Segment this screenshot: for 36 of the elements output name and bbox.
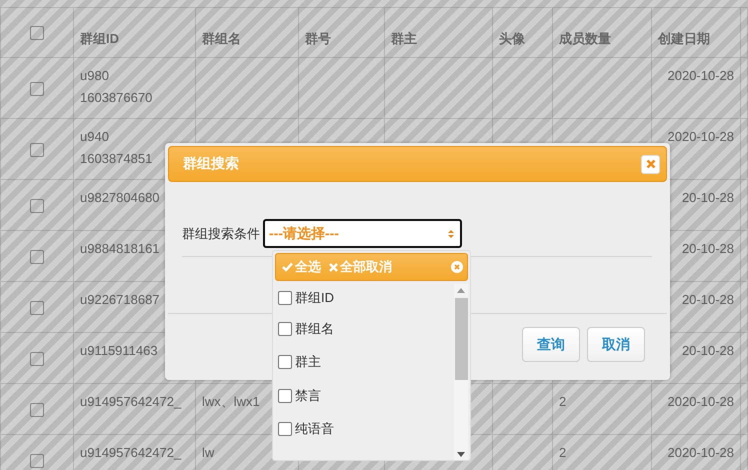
option-item[interactable]: 群组ID — [275, 284, 454, 312]
table-cell-text: u9226718687 — [80, 291, 161, 309]
option-item[interactable]: 禁言 — [275, 379, 454, 412]
option-item[interactable]: 纯语音 — [275, 412, 454, 446]
table-cell-text: u914957642472_ — [80, 393, 182, 411]
table-cell-text: u914957642472_ — [80, 444, 182, 462]
table-cell: 2020-10-28 — [668, 129, 734, 144]
table-cell: 2 — [559, 445, 566, 460]
table-cell: lw — [202, 445, 214, 460]
table-cell: 20-10-28 — [682, 343, 734, 358]
column-header: 群号 — [305, 31, 331, 46]
table-cell-text: u9884818161 — [80, 240, 161, 258]
dialog-title: 群组搜索 — [183, 155, 239, 173]
table-cell: 2 — [559, 394, 566, 409]
table-cell-text: 1603876670 — [80, 89, 154, 107]
column-header: 成员数量 — [559, 31, 611, 46]
table-cell: 2020-10-28 — [668, 394, 734, 409]
field-label: 群组搜索条件 — [182, 224, 260, 242]
table-cell: 2020-10-28 — [668, 445, 734, 460]
table-cell-text: 1603874851 — [80, 150, 154, 168]
table-cell: lwx、lwx1 — [202, 394, 260, 409]
table-cell: 20-10-28 — [682, 241, 734, 256]
table-cell: 2020-10-28 — [668, 68, 734, 83]
table-cell: 20-10-28 — [682, 190, 734, 205]
table-cell: 20-10-28 — [682, 292, 734, 307]
column-header: 群组ID — [80, 31, 119, 46]
column-header: 创建日期 — [658, 31, 710, 46]
column-header: 群主 — [391, 31, 417, 46]
option-item[interactable]: 群主 — [275, 346, 454, 379]
column-header: 头像 — [499, 31, 525, 46]
table-cell-text: u940 — [80, 128, 110, 146]
table-cell-text: u980 — [80, 67, 110, 85]
table-cell-text: u9827804680 — [80, 189, 161, 207]
table-cell-text: u9115911463 — [80, 342, 159, 360]
option-item[interactable]: 群组名 — [275, 312, 454, 346]
column-header: 群组名 — [202, 31, 241, 46]
